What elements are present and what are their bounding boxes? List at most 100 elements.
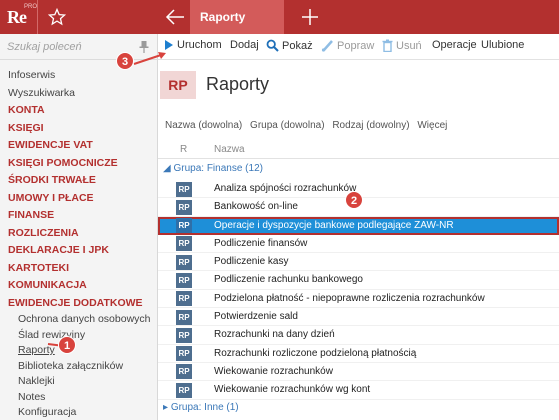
table-row[interactable]: RP Podliczenie finansów	[158, 235, 559, 254]
sidebar-item-kartoteki[interactable]: KARTOTEKI	[8, 260, 156, 278]
report-name: Bankowość on-line	[214, 201, 298, 213]
toolbar: Uruchom Dodaj Pokaż Popraw Usuń Operacje…	[158, 34, 559, 60]
table-row[interactable]: RP Wiekowanie rozrachunków	[158, 363, 559, 382]
report-name: Podzielona płatność - niepoprawne rozlic…	[214, 292, 485, 304]
group-row-inne[interactable]: ▸ Grupa: Inne (1)	[158, 400, 559, 417]
trash-icon	[382, 39, 393, 53]
column-header-name[interactable]: Nazwa	[214, 144, 245, 155]
report-icon: RP	[176, 382, 192, 398]
report-icon: RP	[176, 327, 192, 343]
new-tab-plus-icon[interactable]	[300, 7, 320, 27]
table-row[interactable]: RP Podliczenie kasy	[158, 253, 559, 272]
sidebar-item-umowy-i-place[interactable]: UMOWY I PŁACE	[8, 190, 156, 208]
sidebar-subitem-slad-rewizyjny[interactable]: Ślad rewizyjny	[8, 328, 156, 344]
operations-button[interactable]: Operacje	[432, 39, 477, 55]
logo-text: Re	[7, 7, 27, 27]
callout-3: 3	[116, 52, 134, 70]
report-icon: RP	[176, 291, 192, 307]
brush-icon	[321, 40, 333, 52]
sidebar-item-ewidencje-dodatkowe[interactable]: EWIDENCJE DODATKOWE	[8, 295, 156, 313]
edit-button-label: Popraw	[337, 40, 375, 52]
sidebar-item-deklaracje-i-jpk[interactable]: DEKLARACJE I JPK	[8, 242, 156, 260]
sidebar: Szukaj poleceń Infoserwis Wyszukiwarka K…	[0, 34, 158, 420]
filter-group[interactable]: Grupa (dowolna)	[250, 120, 324, 131]
show-button[interactable]: Pokaż	[266, 39, 313, 55]
sidebar-item-wyszukiwarka[interactable]: Wyszukiwarka	[8, 85, 156, 103]
run-button[interactable]: Uruchom	[164, 39, 222, 55]
report-name: Wiekowanie rozrachunków	[214, 365, 333, 377]
table-row[interactable]: RP Rozrachunki rozliczone podzieloną płat…	[158, 345, 559, 363]
add-button-label: Dodaj	[230, 39, 259, 51]
report-icon: RP	[176, 254, 192, 270]
sidebar-item-rozliczenia[interactable]: ROZLICZENIA	[8, 225, 156, 243]
callout-2: 2	[345, 191, 363, 209]
star-icon[interactable]	[47, 7, 67, 26]
report-icon: RP	[176, 272, 192, 288]
sidebar-item-srodki-trwale[interactable]: ŚRODKI TRWAŁE	[8, 172, 156, 190]
show-button-label: Pokaż	[282, 40, 313, 52]
report-name: Analiza spójności rozrachunków	[214, 183, 357, 194]
sidebar-item-ksiegi[interactable]: KSIĘGI	[8, 120, 156, 138]
table-row[interactable]: RP Potwierdzenie sald	[158, 308, 559, 327]
filter-type[interactable]: Rodzaj (dowolny)	[332, 120, 409, 131]
table-row[interactable]: RP Podliczenie rachunku bankowego	[158, 271, 559, 290]
report-icon: RP	[176, 181, 192, 197]
column-header-r[interactable]: R	[180, 144, 187, 155]
sidebar-nav: Infoserwis Wyszukiwarka KONTA KSIĘGI EWI…	[8, 67, 156, 420]
sidebar-item-finanse[interactable]: FINANSE	[8, 207, 156, 225]
report-icon: RP	[176, 199, 192, 215]
report-name: Rozrachunki rozliczone podzieloną płatno…	[214, 347, 417, 359]
report-list: RP Analiza spójności rozrachunków RP Bankow…	[158, 180, 559, 400]
callout-1: 1	[58, 336, 76, 354]
operations-button-label: Operacje	[432, 39, 477, 51]
sidebar-item-komunikacja[interactable]: KOMUNIKACJA	[8, 277, 156, 295]
sidebar-item-ewidencje-vat[interactable]: EWIDENCJE VAT	[8, 137, 156, 155]
filter-more[interactable]: Więcej	[417, 120, 447, 131]
report-name: Podliczenie finansów	[214, 237, 308, 249]
table-row[interactable]: RP Operacje i dyspozycje bankowe podlegaj…	[158, 216, 559, 235]
sidebar-item-konta[interactable]: KONTA	[8, 102, 156, 120]
page-badge: RP	[160, 71, 196, 99]
filter-bar: Nazwa (dowolna) Grupa (dowolna) Rodzaj (…	[165, 120, 452, 131]
sidebar-subitem-ochrona-danych[interactable]: Ochrona danych osobowych	[8, 312, 156, 328]
edit-button[interactable]: Popraw	[321, 39, 374, 55]
sidebar-subitem-biblioteka-zalacznikow[interactable]: Biblioteka załączników	[8, 359, 156, 375]
page-title: Raporty	[206, 74, 270, 94]
delete-button-label: Usuń	[396, 40, 422, 52]
favorites-button[interactable]: Ulubione	[481, 39, 524, 55]
callout-arrow-3	[133, 52, 166, 65]
tab-raporty[interactable]: Raporty	[190, 0, 284, 34]
add-button[interactable]: Dodaj	[230, 39, 259, 55]
table-header: R Nazwa	[158, 139, 559, 159]
table-row[interactable]: RP Rozrachunki na dany dzień	[158, 326, 559, 345]
report-icon: RP	[176, 364, 192, 380]
top-bar: Re PRO Raporty	[0, 0, 559, 34]
filter-name[interactable]: Nazwa (dowolna)	[165, 120, 242, 131]
report-name: Wiekowanie rozrachunków wg kont	[214, 384, 371, 396]
sidebar-item-ksiegi-pomocnicze[interactable]: KSIĘGI POMOCNICZE	[8, 155, 156, 173]
sidebar-subitem-notes[interactable]: Notes	[8, 390, 156, 406]
tab-raporty-label: Raporty	[200, 10, 246, 24]
report-name: Podliczenie rachunku bankowego	[214, 274, 363, 286]
group-finanse-label: ◢ Grupa: Finanse (12)	[163, 163, 263, 174]
sidebar-subitem-konfiguracja[interactable]: Konfiguracja	[8, 405, 156, 420]
sidebar-subitem-raporty[interactable]: Raporty	[8, 343, 156, 359]
group-row-finanse[interactable]: ◢ Grupa: Finanse (12)	[158, 161, 559, 178]
app-logo[interactable]: Re PRO	[0, 0, 38, 34]
report-icon: RP	[176, 236, 192, 252]
table-row[interactable]: RP Wiekowanie rozrachunków wg kont	[158, 381, 559, 400]
report-name: Operacje i dyspozycje bankowe podlegając…	[214, 219, 454, 231]
favorites-button-label: Ulubione	[481, 39, 525, 51]
search-input[interactable]: Szukaj poleceń	[7, 41, 82, 53]
report-name: Rozrachunki na dany dzień	[214, 329, 335, 341]
logo-pro-label: PRO	[24, 4, 38, 10]
report-icon: RP	[176, 346, 192, 362]
report-name: Podliczenie kasy	[214, 256, 289, 268]
table-row[interactable]: RP Podzielona płatność - niepoprawne rozl…	[158, 290, 559, 309]
group-inne-label: ▸ Grupa: Inne (1)	[163, 402, 239, 413]
report-icon: RP	[176, 218, 192, 234]
back-arrow-icon[interactable]	[164, 7, 186, 27]
delete-button[interactable]: Usuń	[382, 39, 422, 55]
report-name: Potwierdzenie sald	[214, 311, 298, 323]
sidebar-subitem-naklejki[interactable]: Naklejki	[8, 374, 156, 390]
